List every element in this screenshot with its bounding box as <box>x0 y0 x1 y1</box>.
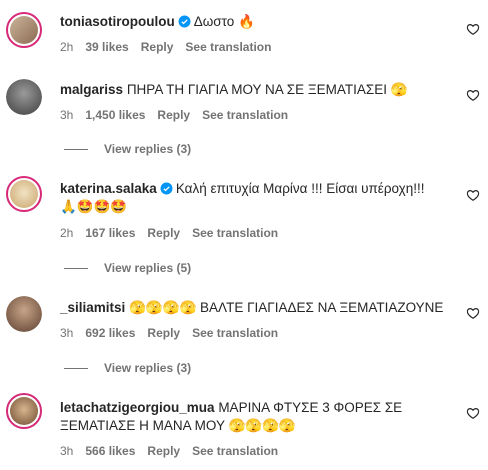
see-translation-button[interactable]: See translation <box>202 108 288 122</box>
divider-line <box>64 368 88 370</box>
comment-body: toniasotiropoulou Δωστο 🔥 <box>60 13 448 31</box>
comment-text: Καλή επιτυχία Μαρίνα !!! Είσαι υπέροχη!!… <box>175 181 425 196</box>
view-replies-label: View replies (3) <box>104 361 192 375</box>
avatar[interactable] <box>6 12 42 48</box>
comment-meta: 3h 566 likes Reply See translation <box>60 444 290 458</box>
reply-button[interactable]: Reply <box>147 226 180 240</box>
likes-count[interactable]: 1,450 likes <box>85 108 145 122</box>
see-translation-button[interactable]: See translation <box>192 444 278 458</box>
username[interactable]: katerina.salaka <box>60 181 157 196</box>
heart-icon[interactable] <box>466 306 480 320</box>
comment-text-line-2: 🙏🤩🤩🤩 <box>60 199 128 215</box>
heart-icon[interactable] <box>466 188 480 202</box>
comment-meta: 3h 692 likes Reply See translation <box>60 326 290 340</box>
likes-count[interactable]: 39 likes <box>85 40 128 54</box>
heart-icon[interactable] <box>466 88 480 102</box>
see-translation-button[interactable]: See translation <box>192 326 278 340</box>
timestamp[interactable]: 3h <box>60 108 73 122</box>
username[interactable]: toniasotiropoulou <box>60 14 175 29</box>
divider-line <box>64 268 88 270</box>
reply-button[interactable]: Reply <box>147 326 180 340</box>
likes-count[interactable]: 692 likes <box>85 326 135 340</box>
verified-badge-icon <box>178 15 191 28</box>
comment-body: _siliamitsi 🫣🫣🫣🫣 ΒΑΛΤΕ ΓΙΑΓΙΑΔΕΣ ΝΑ ΞΕΜΑ… <box>60 299 448 317</box>
view-replies-label: View replies (3) <box>104 142 192 156</box>
view-replies-button[interactable]: View replies (3) <box>64 142 191 156</box>
comment-text-line-2: ΞΕΜΑΤΙΑΣΕ Η ΜΑΝΑ ΜΟΥ 🫣🫣🫣🫣 <box>60 418 296 433</box>
divider-line <box>64 149 88 151</box>
comment-body: katerina.salaka Καλή επιτυχία Μαρίνα !!! … <box>60 180 448 216</box>
comment-body: letachatzigeorgiou_mua ΜΑΡΙΝΑ ΦΤΥΣΕ 3 ΦΟ… <box>60 399 448 435</box>
timestamp[interactable]: 2h <box>60 226 73 240</box>
comment-meta: 3h 1,450 likes Reply See translation <box>60 108 300 122</box>
view-replies-button[interactable]: View replies (5) <box>64 261 191 275</box>
heart-icon[interactable] <box>466 22 480 36</box>
avatar[interactable] <box>6 79 42 115</box>
avatar[interactable] <box>6 296 42 332</box>
avatar[interactable] <box>6 393 42 429</box>
likes-count[interactable]: 167 likes <box>85 226 135 240</box>
heart-icon[interactable] <box>466 406 480 420</box>
comment-text: 🫣🫣🫣🫣 ΒΑΛΤΕ ΓΙΑΓΙΑΔΕΣ ΝΑ ΞΕΜΑΤΙΑΖΟΥΝΕ <box>129 300 444 315</box>
comment-meta: 2h 167 likes Reply See translation <box>60 226 290 240</box>
comment-text: ΠΗΡΑ ΤΗ ΓΙΑΓΙΑ ΜΟΥ ΝΑ ΣΕ ΞΕΜΑΤΙΑΣΕΙ 🫣 <box>126 82 408 97</box>
username[interactable]: letachatzigeorgiou_mua <box>60 400 215 415</box>
reply-button[interactable]: Reply <box>147 444 180 458</box>
reply-button[interactable]: Reply <box>141 40 174 54</box>
username[interactable]: malgariss <box>60 82 123 97</box>
comment-meta: 2h 39 likes Reply See translation <box>60 40 283 54</box>
see-translation-button[interactable]: See translation <box>192 226 278 240</box>
comment-text: ΜΑΡΙΝΑ ΦΤΥΣΕ 3 ΦΟΡΕΣ ΣΕ <box>218 400 403 415</box>
timestamp[interactable]: 2h <box>60 40 73 54</box>
see-translation-button[interactable]: See translation <box>185 40 271 54</box>
comment-text: Δωστο 🔥 <box>193 14 255 29</box>
verified-badge-icon <box>160 182 173 195</box>
comment-body: malgariss ΠΗΡΑ ΤΗ ΓΙΑΓΙΑ ΜΟΥ ΝΑ ΣΕ ΞΕΜΑΤ… <box>60 81 448 99</box>
reply-button[interactable]: Reply <box>157 108 190 122</box>
likes-count[interactable]: 566 likes <box>85 444 135 458</box>
username[interactable]: _siliamitsi <box>60 300 125 315</box>
avatar[interactable] <box>6 176 42 212</box>
view-replies-label: View replies (5) <box>104 261 192 275</box>
view-replies-button[interactable]: View replies (3) <box>64 361 191 375</box>
timestamp[interactable]: 3h <box>60 326 73 340</box>
timestamp[interactable]: 3h <box>60 444 73 458</box>
